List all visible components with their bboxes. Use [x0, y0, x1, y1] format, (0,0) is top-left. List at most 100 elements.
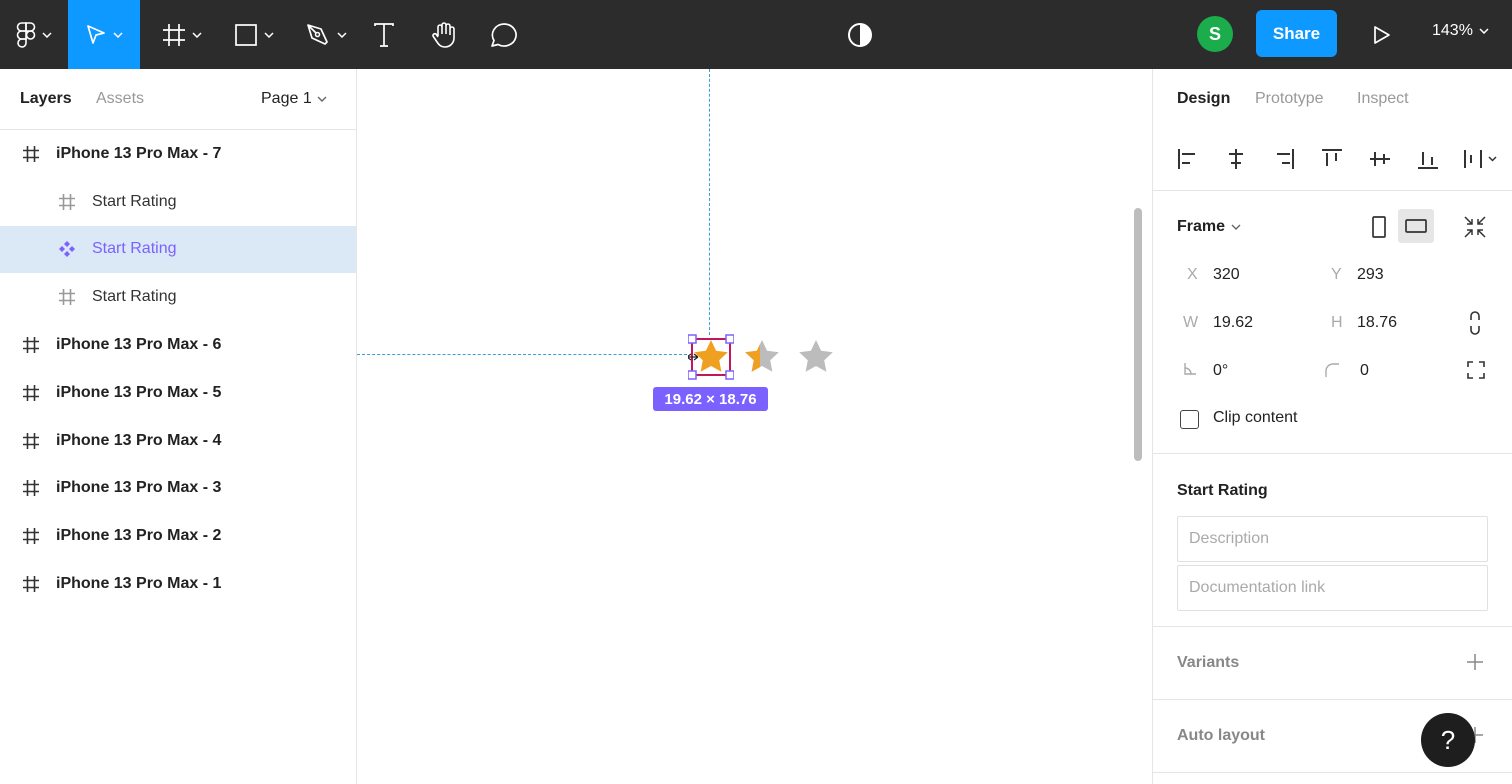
- layers-panel: Layers Assets Page 1 iPhone 13 Pro Max -…: [0, 69, 357, 784]
- page-label: Page 1: [261, 90, 312, 107]
- selected-star[interactable]: [688, 334, 734, 380]
- share-button[interactable]: Share: [1256, 10, 1337, 57]
- landscape-icon: [1405, 219, 1427, 233]
- move-tool-button[interactable]: [68, 0, 140, 69]
- tab-design[interactable]: Design: [1177, 90, 1230, 108]
- theme-toggle-button[interactable]: [842, 0, 878, 69]
- layer-name: Start Rating: [92, 192, 177, 210]
- component-title: Start Rating: [1177, 482, 1268, 499]
- comment-tool-button[interactable]: [484, 0, 524, 69]
- avatar[interactable]: S: [1197, 16, 1233, 52]
- component-section: Start Rating Description Documentation l…: [1153, 454, 1512, 627]
- vertical-scrollbar[interactable]: [1134, 208, 1142, 461]
- rotation-icon: [1184, 363, 1196, 375]
- x-input[interactable]: 320: [1213, 266, 1240, 284]
- clip-content-checkbox[interactable]: [1180, 410, 1199, 429]
- align-center-vertical-icon[interactable]: [1369, 148, 1391, 170]
- help-button[interactable]: ?: [1421, 713, 1475, 767]
- layer-row[interactable]: Start Rating: [0, 178, 356, 226]
- figma-menu-icon: [16, 21, 36, 48]
- tab-inspect[interactable]: Inspect: [1357, 90, 1409, 108]
- move-tool-icon: [87, 24, 105, 44]
- layer-row[interactable]: iPhone 13 Pro Max - 1: [0, 560, 356, 608]
- variants-label: Variants: [1177, 654, 1240, 671]
- present-button[interactable]: [1364, 0, 1400, 69]
- empty-star-icon: [799, 340, 833, 372]
- properties-panel: Design Prototype Inspect Frame X 320 Y 2…: [1152, 69, 1512, 784]
- layer-row[interactable]: iPhone 13 Pro Max - 2: [0, 512, 356, 560]
- frame-title: Frame: [1177, 218, 1226, 235]
- description-field[interactable]: Description: [1177, 516, 1488, 562]
- text-tool-button[interactable]: [364, 0, 404, 69]
- frame-tool-button[interactable]: [150, 0, 214, 69]
- frame-icon: [58, 193, 76, 211]
- layer-row[interactable]: iPhone 13 Pro Max - 7: [0, 130, 356, 178]
- chevron-down-icon: [1231, 224, 1241, 230]
- main-menu-button[interactable]: [0, 0, 68, 69]
- align-left-icon[interactable]: [1177, 148, 1199, 170]
- page-selector[interactable]: Page 1: [261, 90, 327, 108]
- h-label: H: [1331, 314, 1343, 331]
- distribute-icon[interactable]: [1463, 148, 1499, 170]
- align-right-icon[interactable]: [1273, 148, 1295, 170]
- layer-name: iPhone 13 Pro Max - 1: [56, 575, 222, 593]
- y-label: Y: [1331, 266, 1342, 283]
- chevron-down-icon: [113, 31, 123, 38]
- layer-name: iPhone 13 Pro Max - 5: [56, 383, 222, 401]
- frame-section: Frame X 320 Y 293 W 19.62 H 18.76 0° 0 C…: [1153, 191, 1512, 454]
- shape-tool-button[interactable]: [222, 0, 286, 69]
- layer-name: iPhone 13 Pro Max - 2: [56, 527, 222, 545]
- vertical-guide: [709, 69, 710, 335]
- hand-tool-button[interactable]: [424, 0, 464, 69]
- auto-layout-label: Auto layout: [1177, 727, 1265, 744]
- align-top-icon[interactable]: [1321, 148, 1343, 170]
- x-label: X: [1187, 266, 1198, 283]
- layer-row[interactable]: iPhone 13 Pro Max - 3: [0, 465, 356, 513]
- frame-icon: [22, 432, 40, 450]
- documentation-link-field[interactable]: Documentation link: [1177, 565, 1488, 611]
- tab-layers[interactable]: Layers: [20, 90, 72, 108]
- pen-tool-button[interactable]: [294, 0, 358, 69]
- left-panel-tabs: Layers Assets Page 1: [0, 69, 356, 130]
- text-tool-icon: [374, 22, 394, 47]
- component-icon: [58, 240, 76, 258]
- independent-corners-icon[interactable]: [1467, 361, 1485, 379]
- layer-name: iPhone 13 Pro Max - 6: [56, 336, 222, 354]
- chevron-down-icon: [317, 96, 327, 102]
- canvas[interactable]: 19.62 × 18.76: [357, 69, 1152, 784]
- align-bottom-icon[interactable]: [1417, 148, 1439, 170]
- documentation-link-placeholder: Documentation link: [1189, 579, 1326, 596]
- layer-name: iPhone 13 Pro Max - 7: [56, 144, 222, 162]
- comment-tool-icon: [491, 22, 517, 47]
- landscape-toggle[interactable]: [1398, 209, 1434, 243]
- frame-icon: [22, 479, 40, 497]
- variants-section: Variants: [1153, 627, 1512, 700]
- layer-row[interactable]: Start Rating: [0, 225, 356, 274]
- corner-radius-input[interactable]: 0: [1360, 362, 1369, 380]
- empty-star[interactable]: [793, 334, 839, 380]
- rotation-input[interactable]: 0°: [1213, 362, 1228, 380]
- layer-row[interactable]: iPhone 13 Pro Max - 4: [0, 417, 356, 465]
- align-center-horizontal-icon[interactable]: [1225, 148, 1247, 170]
- constrain-proportions-icon[interactable]: [1468, 311, 1482, 335]
- layer-name: iPhone 13 Pro Max - 4: [56, 431, 222, 449]
- frame-icon: [22, 527, 40, 545]
- zoom-menu[interactable]: 143%: [1432, 22, 1489, 40]
- layer-name: Start Rating: [92, 240, 177, 258]
- half-star[interactable]: [739, 334, 785, 380]
- frame-dropdown[interactable]: Frame: [1177, 218, 1241, 236]
- layer-row[interactable]: Start Rating: [0, 273, 356, 321]
- theme-toggle-icon: [848, 22, 872, 47]
- layer-row[interactable]: iPhone 13 Pro Max - 6: [0, 321, 356, 369]
- tab-assets[interactable]: Assets: [96, 90, 144, 108]
- resize-to-fit-icon[interactable]: [1463, 215, 1487, 239]
- add-variant-icon[interactable]: [1466, 653, 1484, 671]
- portrait-icon[interactable]: [1370, 216, 1388, 238]
- height-input[interactable]: 18.76: [1357, 314, 1397, 332]
- y-input[interactable]: 293: [1357, 266, 1384, 284]
- frame-icon: [58, 288, 76, 306]
- hand-tool-icon: [432, 21, 455, 48]
- layer-row[interactable]: iPhone 13 Pro Max - 5: [0, 369, 356, 417]
- tab-prototype[interactable]: Prototype: [1255, 90, 1323, 108]
- width-input[interactable]: 19.62: [1213, 314, 1253, 332]
